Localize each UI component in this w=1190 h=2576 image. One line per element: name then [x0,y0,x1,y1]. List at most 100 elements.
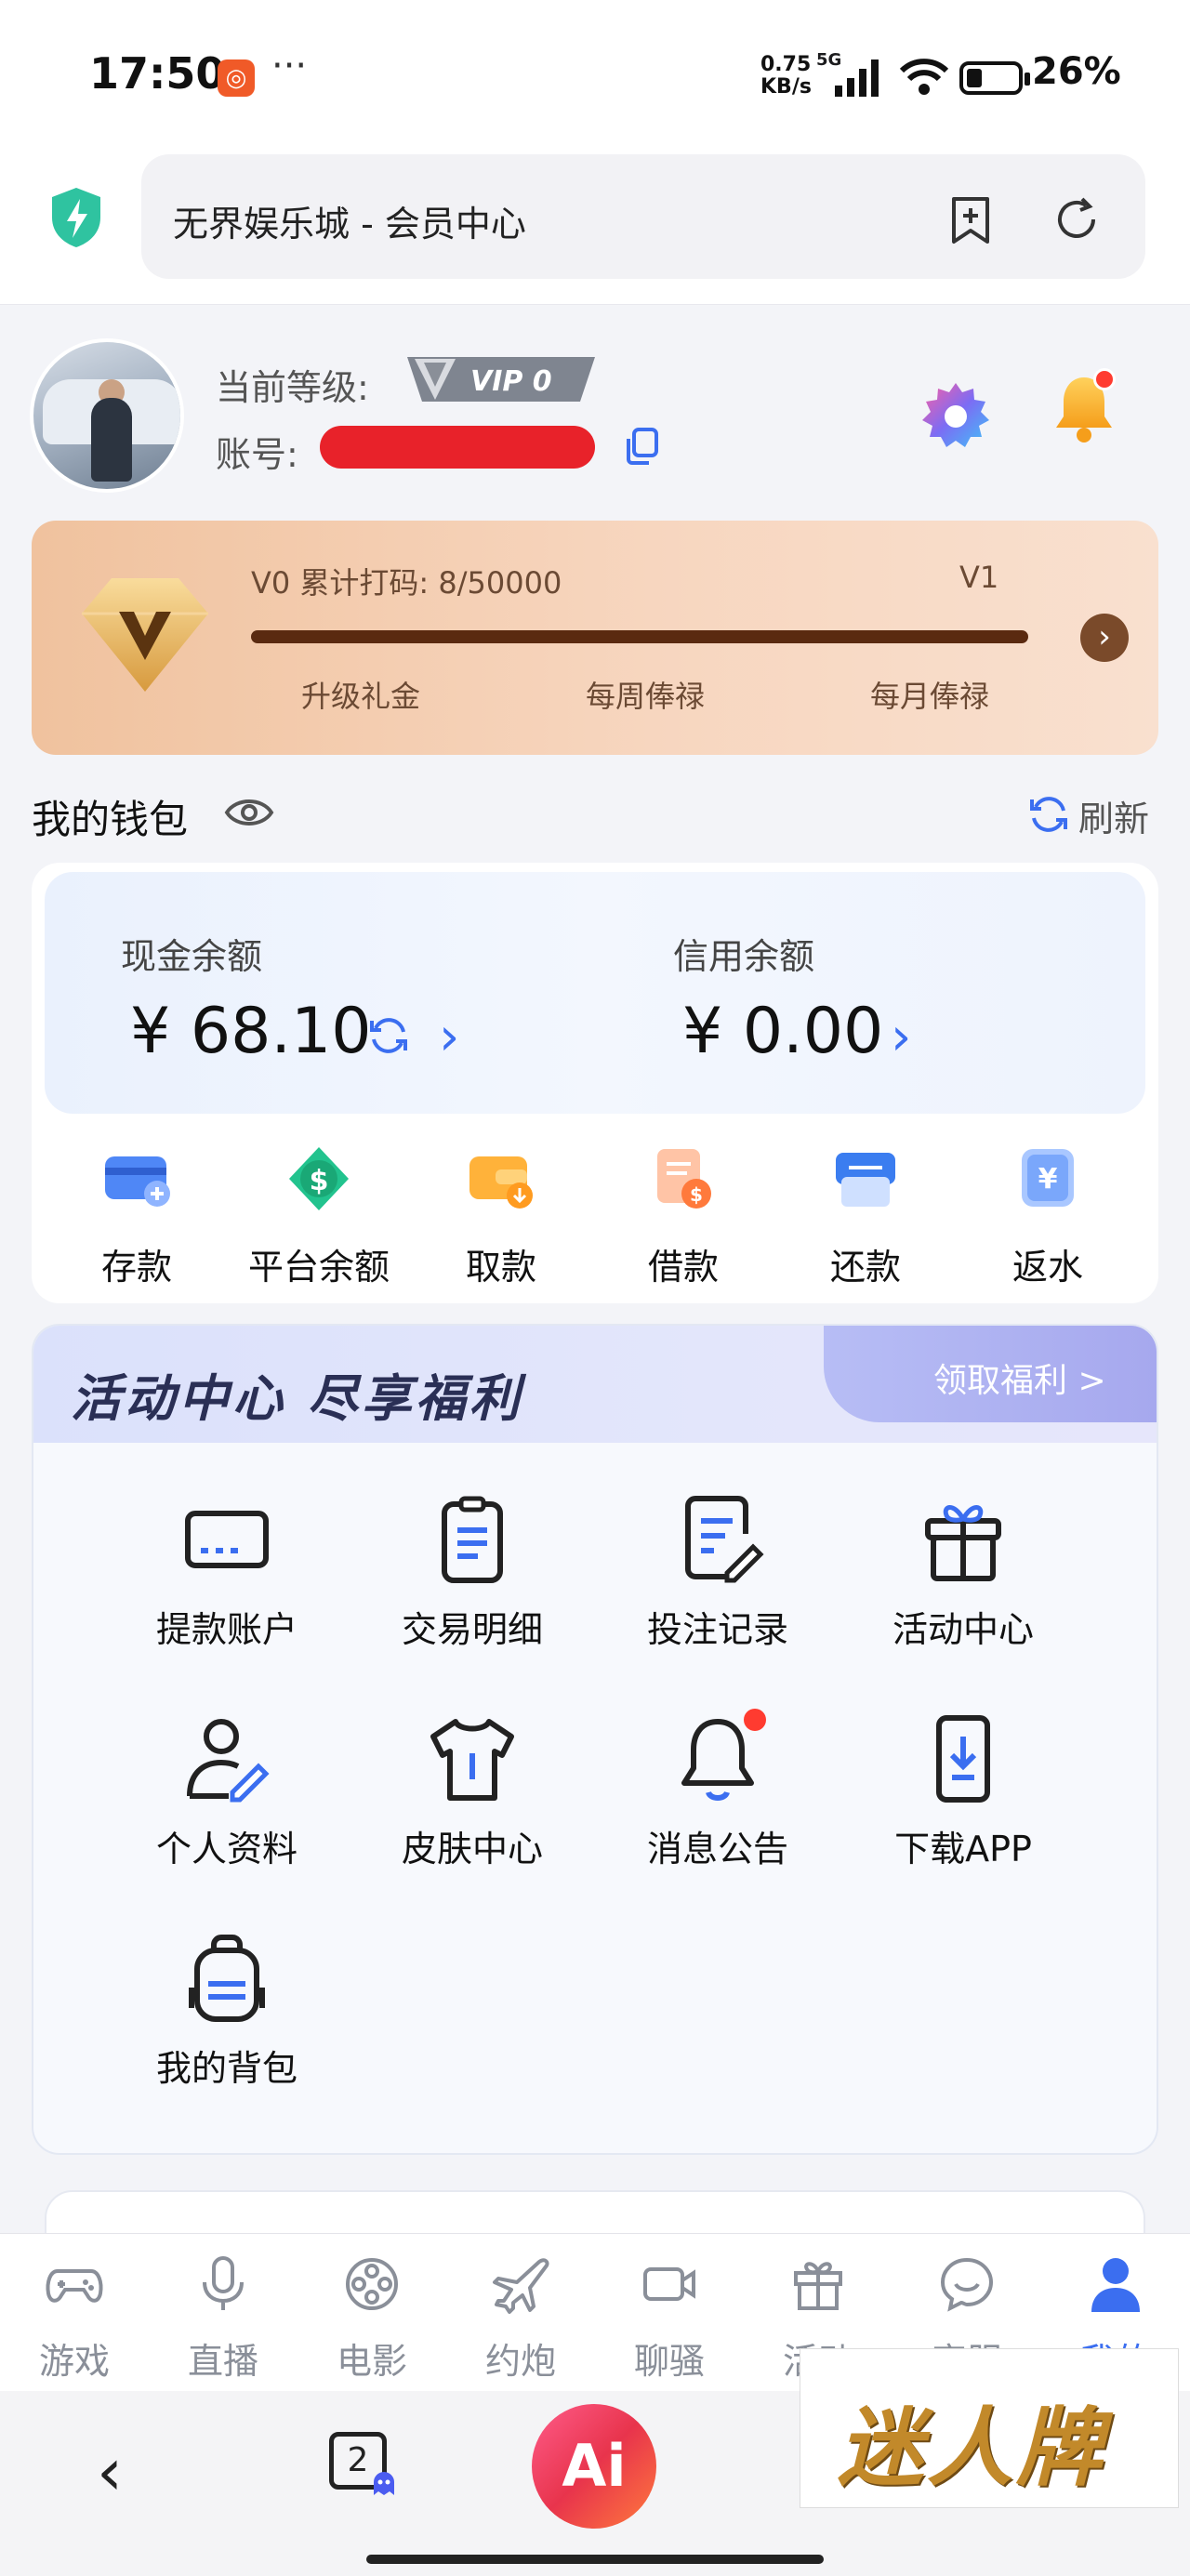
activity-center-item[interactable]: 活动中心 [852,1493,1075,1670]
perk-upgrade: 升级礼金 [301,679,421,714]
personal-info-item[interactable]: 个人资料 [115,1712,338,1889]
borrow-document-icon: $ [657,1149,711,1209]
bank-card-icon [185,1511,269,1568]
user-edit-icon [187,1719,270,1803]
settings-gear-icon[interactable] [919,379,993,454]
film-reel-icon [346,2258,398,2310]
signal-icon [835,59,879,97]
vip-diamond-icon [82,578,208,692]
announcement-badge [744,1709,766,1731]
refresh-icon[interactable] [1026,792,1071,837]
vip-detail-arrow[interactable]: › [1080,614,1129,662]
gift-tab-icon [794,2262,842,2310]
refresh-button[interactable]: 刷新 [1078,790,1149,841]
deposit-card-icon [105,1156,170,1207]
microphone-icon [203,2256,244,2310]
profile-header: 当前等级: VIP 0 账号: [0,305,1190,519]
cash-balance-value[interactable]: ¥ 68.10 [130,995,372,1068]
sync-icon[interactable] [366,1013,411,1058]
status-more: ··· [271,45,308,87]
svg-text:¥: ¥ [1038,1163,1058,1196]
tab-games[interactable]: 游戏 [0,2254,149,2394]
repay-button[interactable]: 还款 [777,1142,954,1300]
announcement-item[interactable]: 消息公告 [606,1709,829,1889]
bet-record-item[interactable]: 投注记录 [606,1493,829,1670]
security-shield-icon[interactable] [46,184,106,251]
home-indicator[interactable] [366,2555,824,2564]
withdraw-account-item[interactable]: 提款账户 [115,1493,338,1670]
video-camera-icon [643,2267,695,2301]
withdraw-wallet-icon [469,1156,533,1209]
backpack-icon [189,1935,265,2022]
wifi-icon [899,59,949,95]
transaction-detail-item[interactable]: 交易明细 [361,1493,584,1670]
status-bar: 17:50 ◎ ··· 0.75 KB/s 5G 26% [0,0,1190,149]
credit-chevron-icon[interactable]: › [891,1011,911,1063]
vip-next-level: V1 [959,560,999,595]
my-backpack-item[interactable]: 我的背包 [115,1932,338,2108]
skin-center-item[interactable]: 皮肤中心 [361,1712,584,1889]
gamepad-icon [46,2269,103,2303]
svg-text:$: $ [310,1165,329,1197]
vip-badge-text: VIP 0 [470,365,552,398]
bookmark-add-icon[interactable] [943,192,998,247]
battery-percent: 26% [1032,50,1121,93]
perk-monthly: 每月俸禄 [870,679,990,714]
phone-download-icon [936,1715,990,1803]
tab-dating[interactable]: 约炮 [446,2254,595,2394]
cash-chevron-icon[interactable]: › [439,1011,459,1063]
account-redacted [320,426,595,469]
ai-assistant-button[interactable]: Ai [532,2404,656,2529]
gift-icon [925,1505,1001,1581]
platform-balance-button[interactable]: $ 平台余额 [231,1142,407,1300]
vip-progress-text: V0 累计打码: 8/50000 [251,565,562,601]
eye-icon[interactable] [223,792,275,833]
bell-badge [1093,368,1116,390]
borrow-button[interactable]: $ 借款 [595,1142,772,1300]
credit-balance-value[interactable]: ¥ 0.00 [682,995,883,1068]
vip-progress-bar [251,630,1028,643]
perk-weekly: 每周俸禄 [586,679,706,714]
page-title: 无界娱乐城 - 会员中心 [173,204,526,244]
deposit-button[interactable]: 存款 [48,1142,225,1300]
status-time: 17:50 [89,48,226,99]
vip-progress-card[interactable]: V0 累计打码: 8/50000 V1 › 升级礼金 每周俸禄 每月俸禄 [32,521,1158,755]
vip-badge: VIP 0 [407,357,595,402]
incognito-ghost-icon [374,2472,394,2495]
wallet-title: 我的钱包 [32,797,189,842]
airplane-icon [493,2258,549,2314]
edit-document-icon [685,1496,764,1583]
tab-movies[interactable]: 电影 [298,2254,446,2394]
balance-panel: 现金余额 ¥ 68.10 › 信用余额 ¥ 0.00 › [45,872,1145,1114]
browser-address-bar: 无界娱乐城 - 会员中心 [0,149,1190,305]
tab-live[interactable]: 直播 [149,2254,298,2394]
app-notification-icon: ◎ [218,59,255,97]
claim-benefits-tab[interactable]: 领取福利 > [824,1326,1157,1422]
tab-chat[interactable]: 聊骚 [595,2254,744,2394]
download-app-item[interactable]: 下载APP [852,1712,1075,1889]
url-field[interactable]: 无界娱乐城 - 会员中心 [141,154,1145,279]
repay-card-icon [836,1153,895,1207]
battery-cap [1025,73,1030,86]
svg-text:$: $ [690,1183,703,1206]
battery-icon [959,61,1023,95]
shirt-icon [430,1719,514,1801]
copy-icon[interactable] [621,426,662,467]
avatar[interactable] [30,338,184,493]
reload-icon[interactable] [1049,192,1104,247]
watermark-logo: 迷人牌 [800,2348,1179,2508]
cash-balance-label: 现金余额 [121,936,263,977]
user-icon [1091,2258,1140,2312]
credit-balance-label: 信用余额 [673,936,815,977]
clipboard-icon [442,1496,503,1583]
back-button[interactable]: ‹ [97,2434,123,2510]
withdraw-button[interactable]: 取款 [413,1142,589,1300]
notification-bell[interactable] [1051,368,1117,450]
rebate-yen-icon: ¥ [1022,1149,1074,1207]
account-label: 账号: [216,434,298,475]
activity-header: 活动中心 尽享福利 领取福利 > [33,1326,1157,1443]
chat-smile-icon [940,2257,994,2312]
activity-title: 活动中心 尽享福利 [71,1369,523,1428]
level-label: 当前等级: [216,367,369,408]
rebate-button[interactable]: ¥ 返水 [959,1142,1136,1300]
